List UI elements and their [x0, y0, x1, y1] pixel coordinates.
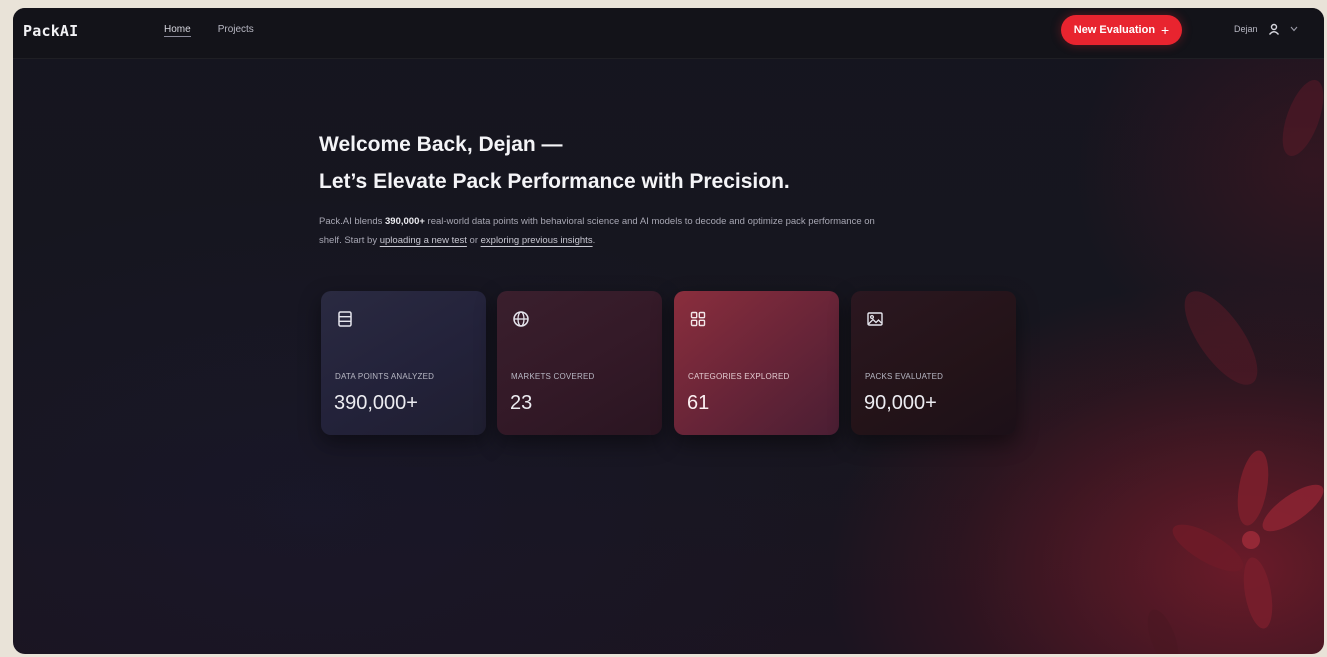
- top-navigation-bar: PackAI Home Projects New Evaluation + De…: [13, 8, 1324, 59]
- intro-text-a: Pack.AI blends: [319, 216, 386, 227]
- stat-value: 61: [687, 392, 710, 414]
- stat-value: 90,000+: [864, 392, 937, 414]
- stat-card-categories: CATEGORIES EXPLORED 61: [674, 291, 839, 435]
- stat-label: DATA POINTS ANALYZED: [335, 372, 435, 381]
- explore-insights-link[interactable]: exploring previous insights: [481, 235, 593, 246]
- globe-icon: [513, 311, 529, 327]
- headline-line-2: Let’s Elevate Pack Performance with Prec…: [319, 170, 790, 193]
- nav-home-link[interactable]: Home: [164, 24, 191, 37]
- stat-value: 23: [510, 392, 533, 414]
- new-evaluation-button[interactable]: New Evaluation +: [1061, 15, 1182, 45]
- stat-card-data-points: DATA POINTS ANALYZED 390,000+: [321, 291, 486, 435]
- grid-icon: [690, 311, 706, 327]
- nav-projects-link[interactable]: Projects: [218, 24, 254, 37]
- plus-icon: +: [1161, 22, 1170, 38]
- decorative-flower-graphic: [1147, 80, 1324, 654]
- database-icon: [338, 311, 352, 327]
- main-nav: Home Projects: [164, 24, 254, 37]
- new-evaluation-label: New Evaluation: [1073, 24, 1156, 36]
- chevron-down-icon[interactable]: [1290, 26, 1298, 32]
- welcome-headline: Welcome Back, Dejan — Let’s Elevate Pack…: [319, 126, 790, 200]
- intro-highlight: 390,000+: [385, 216, 425, 227]
- user-name: Dejan: [1234, 24, 1258, 34]
- upload-test-link[interactable]: uploading a new test: [380, 235, 467, 246]
- stat-label: CATEGORIES EXPLORED: [688, 372, 790, 381]
- brand-logo[interactable]: PackAI: [23, 22, 78, 40]
- app-window: PackAI Home Projects New Evaluation + De…: [13, 8, 1324, 654]
- stat-label: MARKETS COVERED: [511, 372, 595, 381]
- stat-card-markets: MARKETS COVERED 23: [497, 291, 662, 435]
- image-icon: [867, 312, 883, 326]
- intro-paragraph: Pack.AI blends 390,000+ real-world data …: [319, 212, 879, 250]
- stat-label: PACKS EVALUATED: [865, 372, 944, 381]
- stat-value: 390,000+: [334, 392, 418, 414]
- stat-card-packs: PACKS EVALUATED 90,000+: [851, 291, 1016, 435]
- user-icon[interactable]: [1268, 23, 1280, 35]
- intro-text-c: or: [466, 235, 481, 246]
- intro-text-d: .: [592, 235, 596, 246]
- user-menu[interactable]: Dejan: [1234, 23, 1298, 35]
- headline-line-1: Welcome Back, Dejan —: [319, 133, 563, 156]
